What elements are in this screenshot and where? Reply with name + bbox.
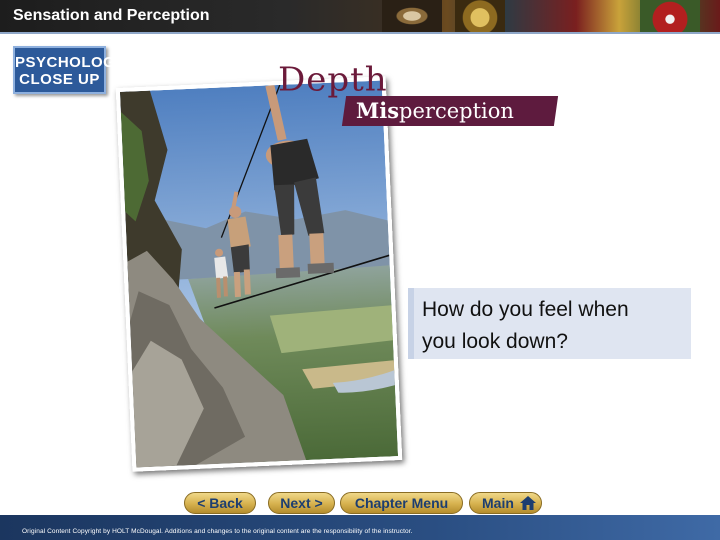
psychology-close-up-badge: PSYCHOLOGY CLOSE UP (13, 46, 126, 94)
question-box: How do you feel when you look down? (408, 288, 691, 359)
next-button[interactable]: Next > (268, 492, 335, 514)
home-icon (520, 496, 536, 510)
star-decoration (640, 0, 700, 32)
back-button[interactable]: < Back (184, 492, 256, 514)
climbers-photo (115, 76, 403, 472)
chapter-menu-button[interactable]: Chapter Menu (340, 492, 463, 514)
badge-line-2: CLOSE UP (19, 71, 100, 88)
heading-depth: Depth (278, 61, 388, 99)
question-line-1: How do you feel when (422, 298, 629, 321)
badge-line-1: PSYCHOLOGY (15, 54, 126, 71)
main-button[interactable]: Main (469, 492, 542, 514)
footer-bar: Original Content Copyright by HOLT McDou… (0, 515, 720, 540)
heading-mis: Mis (356, 98, 400, 123)
slide-section-title: Sensation and Perception (13, 7, 210, 24)
top-banner: Sensation and Perception (0, 0, 720, 32)
banner-divider (0, 32, 720, 34)
heading-misperception: Misperception (356, 98, 514, 123)
question-line-2: you look down? (422, 330, 568, 353)
main-button-label: Main (482, 495, 514, 511)
coin-decoration (455, 0, 505, 32)
heading-perception: perception (399, 99, 514, 123)
copyright-text: Original Content Copyright by HOLT McDou… (22, 528, 413, 535)
eye-decoration (382, 0, 442, 32)
climbers-image (119, 80, 399, 468)
